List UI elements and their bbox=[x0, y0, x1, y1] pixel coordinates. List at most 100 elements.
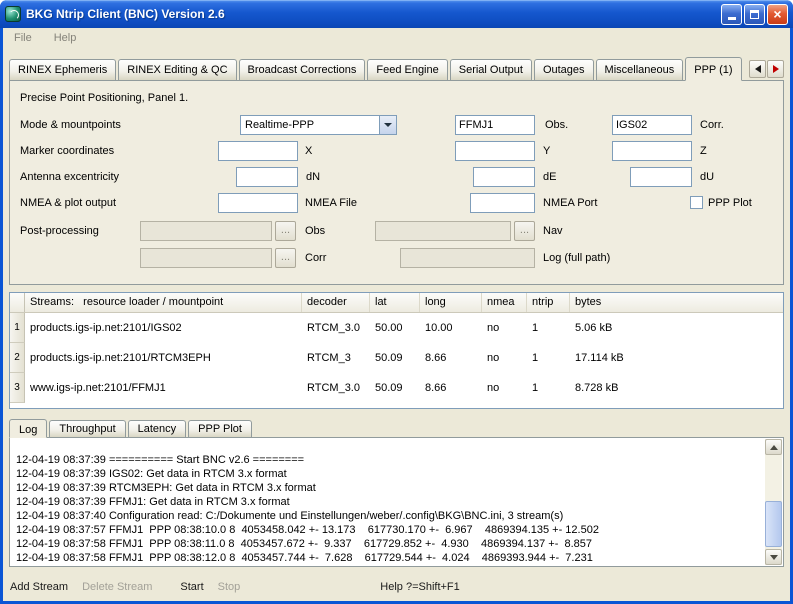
app-window: BKG Ntrip Client (BNC) Version 2.6 × Fil… bbox=[0, 0, 793, 604]
log-line: 12-04-19 08:37:39 IGS02: Get data in RTC… bbox=[16, 467, 765, 481]
arrow-right-icon bbox=[773, 65, 779, 73]
post-processing-label: Post-processing bbox=[20, 225, 99, 237]
marker-coordinates-label: Marker coordinates bbox=[20, 145, 114, 157]
obs-mountpoint-input[interactable] bbox=[455, 115, 535, 135]
nmea-file-input[interactable] bbox=[218, 193, 298, 213]
stream-nmea: no bbox=[482, 343, 527, 373]
stream-row[interactable]: 3 www.igs-ip.net:2101/FFMJ1 RTCM_3.0 50.… bbox=[10, 373, 783, 403]
ppp-plot-label: PPP Plot bbox=[708, 197, 752, 209]
stream-row[interactable]: 2 products.igs-ip.net:2101/RTCM3EPH RTCM… bbox=[10, 343, 783, 373]
header-ntrip[interactable]: ntrip bbox=[527, 293, 570, 312]
stream-decoder: RTCM_3.0 bbox=[302, 373, 370, 403]
minimize-button[interactable] bbox=[721, 4, 742, 25]
header-decoder[interactable]: decoder bbox=[302, 293, 370, 312]
delete-stream-button: Delete Stream bbox=[82, 581, 152, 593]
antenna-excentricity-label: Antenna excentricity bbox=[20, 171, 119, 183]
window-title: BKG Ntrip Client (BNC) Version 2.6 bbox=[26, 7, 719, 21]
tab-miscellaneous[interactable]: Miscellaneous bbox=[596, 59, 684, 80]
marker-y-input[interactable] bbox=[455, 141, 535, 161]
header-lat[interactable]: lat bbox=[370, 293, 420, 312]
menu-file[interactable]: File bbox=[10, 30, 36, 46]
post-nav-browse-button: ... bbox=[514, 221, 535, 241]
scroll-up-icon bbox=[770, 445, 778, 450]
tab-serial-output[interactable]: Serial Output bbox=[450, 59, 532, 80]
start-button[interactable]: Start bbox=[180, 581, 203, 593]
tab-log[interactable]: Log bbox=[9, 419, 47, 438]
tab-outages[interactable]: Outages bbox=[534, 59, 594, 80]
log-output-panel: 12-04-19 08:37:39 ========== Start BNC v… bbox=[9, 437, 784, 567]
chevron-down-icon[interactable] bbox=[379, 116, 396, 134]
main-tab-bar: RINEX Ephemeris RINEX Editing & QC Broad… bbox=[9, 56, 784, 80]
stream-nmea: no bbox=[482, 313, 527, 343]
tab-throughput[interactable]: Throughput bbox=[49, 420, 125, 437]
log-line: 12-04-19 08:37:58 FFMJ1 PPP 08:38:11.0 8… bbox=[16, 537, 765, 551]
post-nav-input bbox=[375, 221, 511, 241]
antenna-dn-input[interactable] bbox=[236, 167, 298, 187]
mode-mountpoints-label: Mode & mountpoints bbox=[20, 119, 121, 131]
post-corr-browse-button: ... bbox=[275, 248, 296, 268]
log-line: 12-04-19 08:37:57 FFMJ1 PPP 08:38:10.0 8… bbox=[16, 523, 765, 537]
scroll-down-button[interactable] bbox=[765, 549, 782, 565]
stream-long: 8.66 bbox=[420, 343, 482, 373]
tab-scroll-right-button[interactable] bbox=[767, 60, 784, 78]
stream-decoder: RTCM_3.0 bbox=[302, 313, 370, 343]
antenna-de-input[interactable] bbox=[473, 167, 535, 187]
tab-ppp-plot[interactable]: PPP Plot bbox=[188, 420, 252, 437]
marker-coordinates-row: Marker coordinates X Y Z bbox=[10, 141, 783, 161]
ppp-panel-caption: Precise Point Positioning, Panel 1. bbox=[20, 92, 188, 104]
du-label: dU bbox=[700, 171, 714, 183]
y-label: Y bbox=[543, 145, 550, 157]
maximize-button[interactable] bbox=[744, 4, 765, 25]
post-processing-row-1: Post-processing ... Obs ... Nav bbox=[10, 221, 783, 241]
post-obs-label: Obs bbox=[305, 225, 325, 237]
marker-z-input[interactable] bbox=[612, 141, 692, 161]
ppp-plot-checkbox[interactable] bbox=[690, 196, 703, 209]
tab-broadcast-corrections[interactable]: Broadcast Corrections bbox=[239, 59, 366, 80]
corr-mountpoint-input[interactable] bbox=[612, 115, 692, 135]
marker-x-input[interactable] bbox=[218, 141, 298, 161]
corr-label: Corr. bbox=[700, 119, 724, 131]
log-scrollbar[interactable] bbox=[765, 439, 782, 565]
row-number-header bbox=[10, 293, 25, 312]
stream-nmea: no bbox=[482, 373, 527, 403]
close-button[interactable]: × bbox=[767, 4, 788, 25]
stream-ntrip: 1 bbox=[527, 313, 570, 343]
tab-latency[interactable]: Latency bbox=[128, 420, 187, 437]
tab-rinex-editing-qc[interactable]: RINEX Editing & QC bbox=[118, 59, 236, 80]
ppp-panel: Precise Point Positioning, Panel 1. Mode… bbox=[9, 80, 784, 285]
scroll-up-button[interactable] bbox=[765, 439, 782, 455]
add-stream-button[interactable]: Add Stream bbox=[10, 581, 68, 593]
minimize-icon bbox=[728, 17, 736, 20]
scroll-thumb[interactable] bbox=[765, 501, 782, 547]
stream-decoder: RTCM_3 bbox=[302, 343, 370, 373]
close-icon: × bbox=[773, 7, 781, 21]
header-mountpoint[interactable]: Streams: resource loader / mountpoint bbox=[25, 293, 302, 312]
nmea-plot-row: NMEA & plot output NMEA File NMEA Port P… bbox=[10, 193, 783, 213]
stream-mountpoint: products.igs-ip.net:2101/IGS02 bbox=[25, 313, 302, 343]
ppp-mode-select[interactable]: Realtime-PPP bbox=[240, 115, 397, 135]
header-nmea[interactable]: nmea bbox=[482, 293, 527, 312]
menu-help[interactable]: Help bbox=[50, 30, 81, 46]
header-long[interactable]: long bbox=[420, 293, 482, 312]
post-corr-label: Corr bbox=[305, 252, 326, 264]
log-output[interactable]: 12-04-19 08:37:39 ========== Start BNC v… bbox=[10, 438, 765, 566]
tab-ppp-1[interactable]: PPP (1) bbox=[685, 57, 741, 81]
tab-scroll-left-button[interactable] bbox=[749, 60, 766, 78]
stream-row[interactable]: 1 products.igs-ip.net:2101/IGS02 RTCM_3.… bbox=[10, 313, 783, 343]
streams-table: Streams: resource loader / mountpoint de… bbox=[9, 292, 784, 409]
tab-scroll-buttons bbox=[749, 60, 784, 78]
help-hint: Help ?=Shift+F1 bbox=[380, 581, 460, 593]
antenna-du-input[interactable] bbox=[630, 167, 692, 187]
tab-rinex-ephemeris[interactable]: RINEX Ephemeris bbox=[9, 59, 116, 80]
nmea-port-input[interactable] bbox=[470, 193, 535, 213]
stream-lat: 50.09 bbox=[370, 343, 420, 373]
title-bar[interactable]: BKG Ntrip Client (BNC) Version 2.6 × bbox=[0, 0, 793, 28]
stream-lat: 50.09 bbox=[370, 373, 420, 403]
header-bytes[interactable]: bytes bbox=[570, 293, 783, 312]
log-line: 12-04-19 08:37:40 Configuration read: C:… bbox=[16, 509, 765, 523]
post-processing-row-2: ... Corr Log (full path) bbox=[10, 248, 783, 268]
post-log-input bbox=[400, 248, 535, 268]
tab-feed-engine[interactable]: Feed Engine bbox=[367, 59, 447, 80]
row-number: 1 bbox=[10, 313, 25, 343]
arrow-left-icon bbox=[755, 65, 761, 73]
